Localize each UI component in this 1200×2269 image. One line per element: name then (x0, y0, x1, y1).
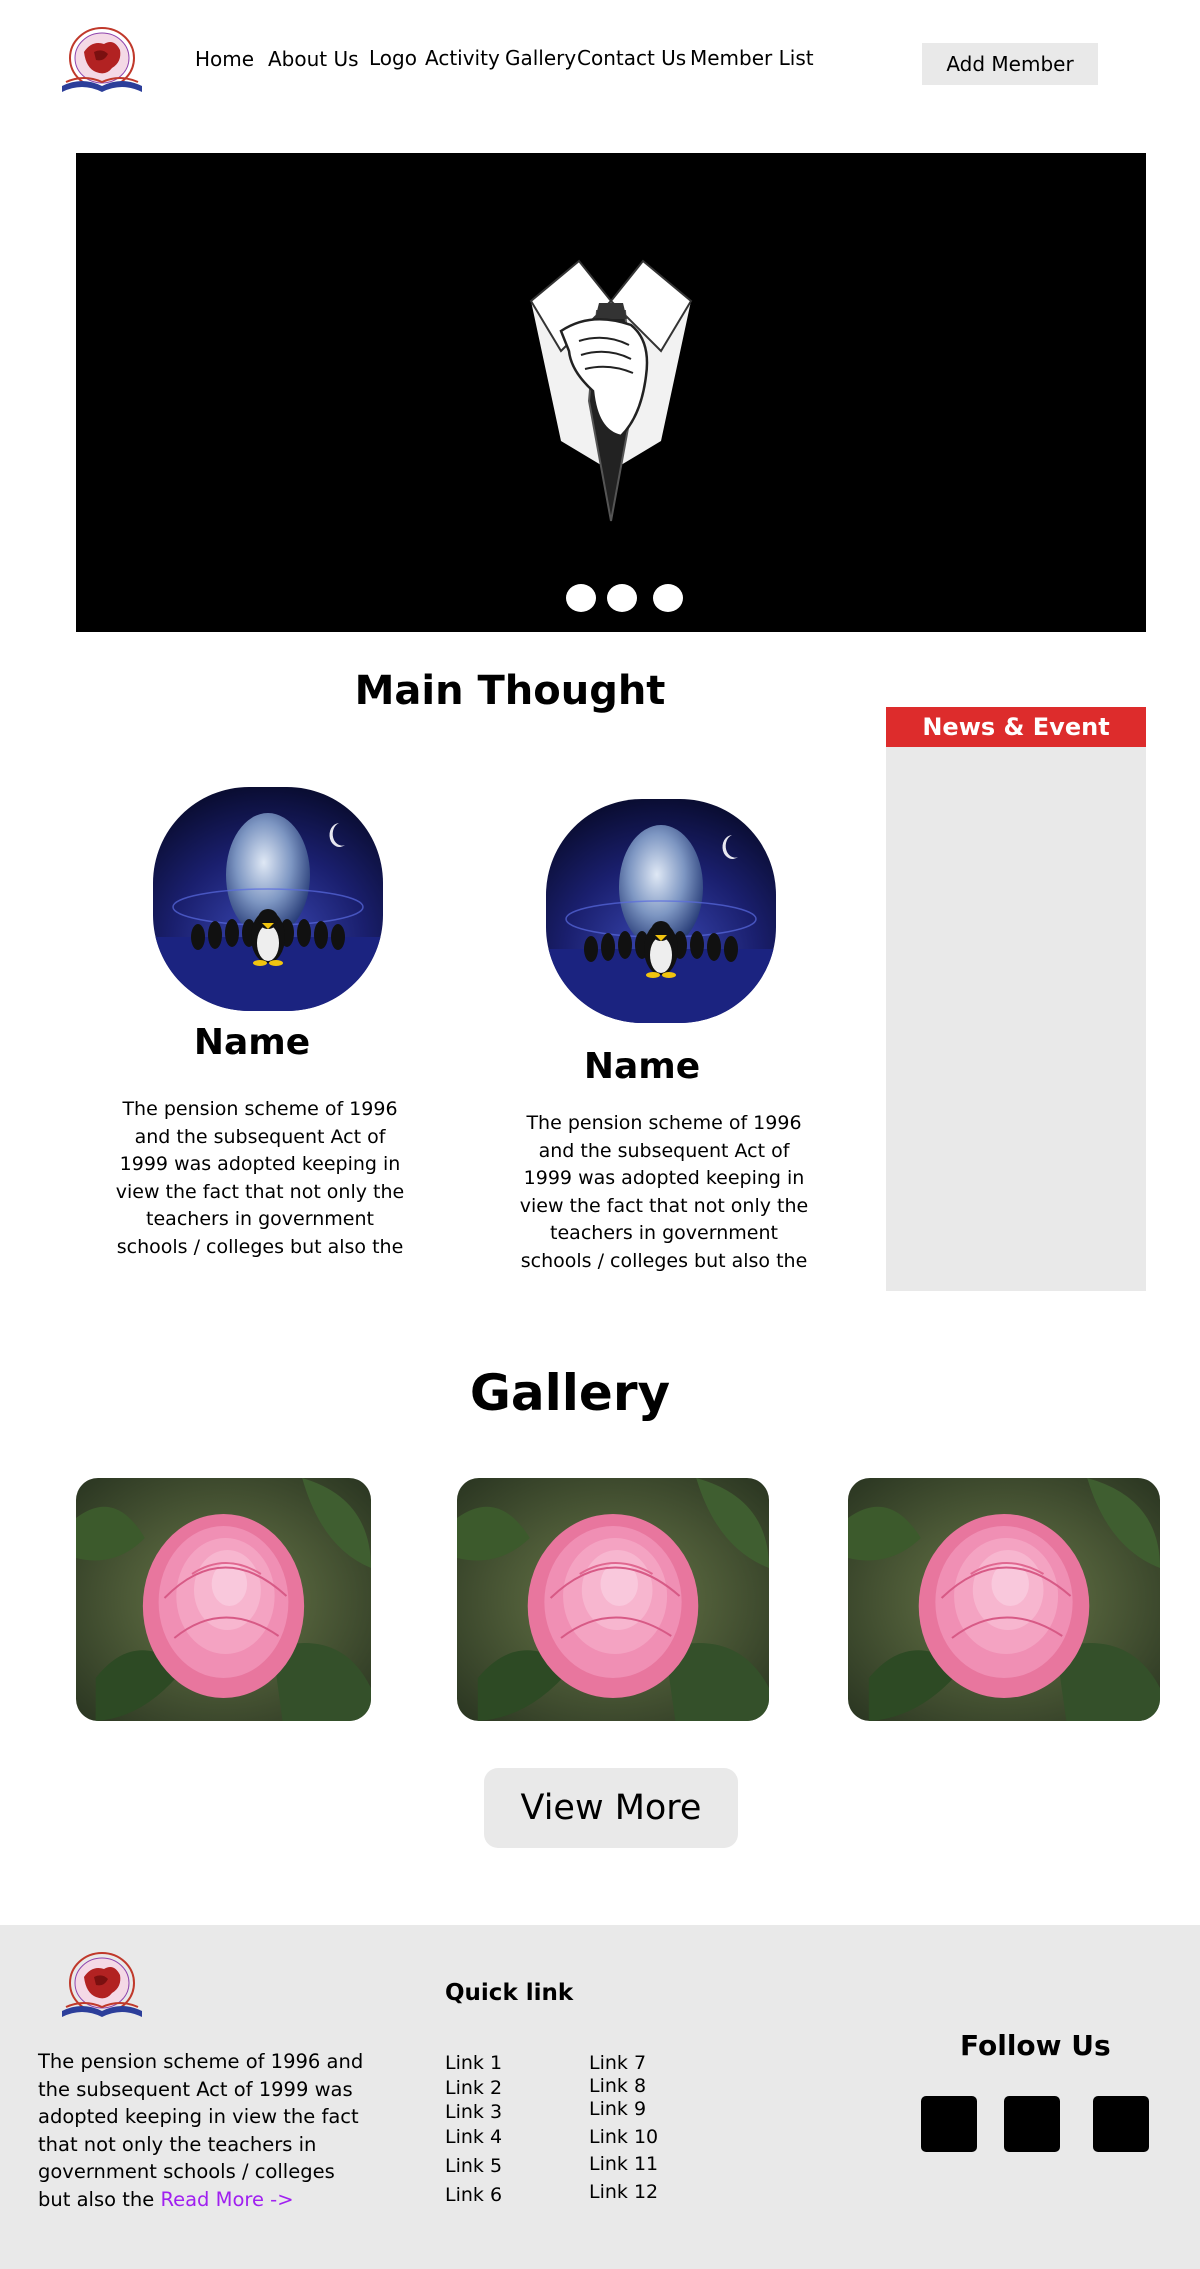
footer-link-3[interactable]: Link 3 (445, 2101, 502, 2123)
footer-link-2[interactable]: Link 2 (445, 2077, 502, 2099)
nav-contact-us[interactable]: Contact Us (577, 46, 686, 70)
social-icon-3[interactable] (1093, 2096, 1149, 2152)
footer-link-5[interactable]: Link 5 (445, 2155, 502, 2177)
footer-link-10[interactable]: Link 10 (589, 2126, 658, 2148)
person-1-name: Name (193, 1022, 311, 1063)
footer: The pension scheme of 1996 and the subse… (0, 1925, 1200, 2269)
view-more-button[interactable]: View More (484, 1768, 738, 1848)
add-member-button[interactable]: Add Member (922, 43, 1098, 85)
footer-link-9[interactable]: Link 9 (589, 2098, 646, 2120)
social-icon-2[interactable] (1004, 2096, 1060, 2152)
footer-logo[interactable] (48, 1947, 156, 2027)
footer-link-1[interactable]: Link 1 (445, 2052, 502, 2074)
gallery-image-3[interactable] (848, 1478, 1160, 1721)
nav-member-list[interactable]: Member List (690, 46, 814, 70)
nav-activity[interactable]: Activity (425, 46, 500, 70)
news-event-header: News & Event (886, 707, 1146, 747)
news-event-panel (886, 747, 1146, 1291)
slider-dot-2[interactable] (607, 584, 637, 612)
gallery-image-2[interactable] (457, 1478, 769, 1721)
footer-about-text: The pension scheme of 1996 and the subse… (38, 2048, 368, 2213)
gallery-image-1[interactable] (76, 1478, 371, 1721)
footer-link-7[interactable]: Link 7 (589, 2052, 646, 2074)
hero-suit-image (529, 259, 693, 522)
slider-dot-3[interactable] (653, 584, 683, 612)
footer-link-6[interactable]: Link 6 (445, 2184, 502, 2206)
hero-slider (76, 153, 1146, 632)
footer-link-12[interactable]: Link 12 (589, 2181, 658, 2203)
nav-home[interactable]: Home (195, 47, 254, 71)
main-thought-title: Main Thought (354, 668, 666, 714)
person-2-name: Name (583, 1046, 701, 1087)
nav-logo[interactable]: Logo (369, 46, 417, 70)
social-icon-1[interactable] (921, 2096, 977, 2152)
gallery-title: Gallery (469, 1364, 671, 1422)
read-more-link[interactable]: Read More -> (160, 2188, 293, 2211)
footer-link-8[interactable]: Link 8 (589, 2075, 646, 2097)
site-logo[interactable] (48, 22, 156, 102)
nav-gallery[interactable]: Gallery (505, 46, 576, 70)
nav-about-us[interactable]: About Us (268, 47, 359, 71)
person-2-avatar (546, 799, 776, 1023)
footer-link-11[interactable]: Link 11 (589, 2153, 658, 2175)
footer-link-4[interactable]: Link 4 (445, 2126, 502, 2148)
footer-about-copy: The pension scheme of 1996 and the subse… (38, 2050, 364, 2211)
quick-link-title: Quick link (445, 1980, 574, 2006)
person-2-text: The pension scheme of 1996 and the subse… (519, 1112, 809, 1272)
person-1-avatar (153, 787, 383, 1011)
person-1-text: The pension scheme of 1996 and the subse… (115, 1098, 405, 1258)
slider-dot-1[interactable] (566, 584, 596, 612)
follow-us-title: Follow Us (960, 2029, 1111, 2062)
